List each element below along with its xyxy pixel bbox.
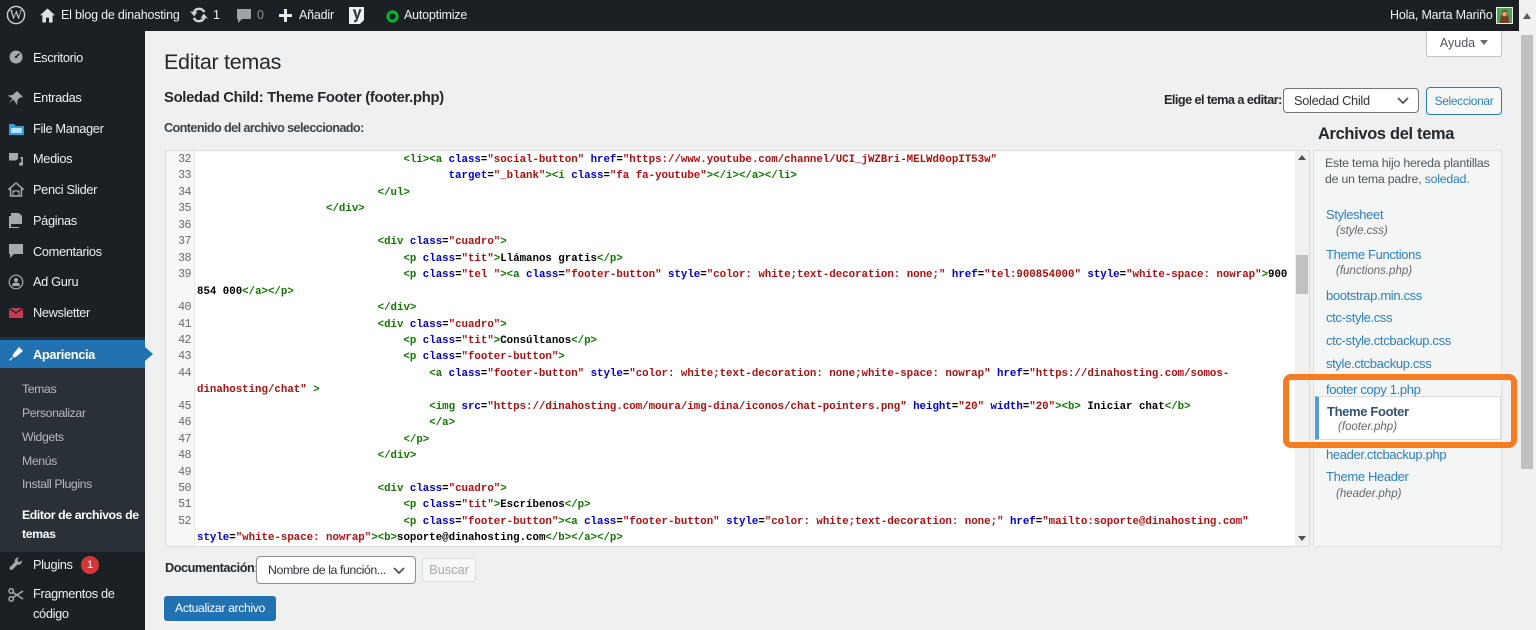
svg-text:W: W <box>10 7 23 22</box>
